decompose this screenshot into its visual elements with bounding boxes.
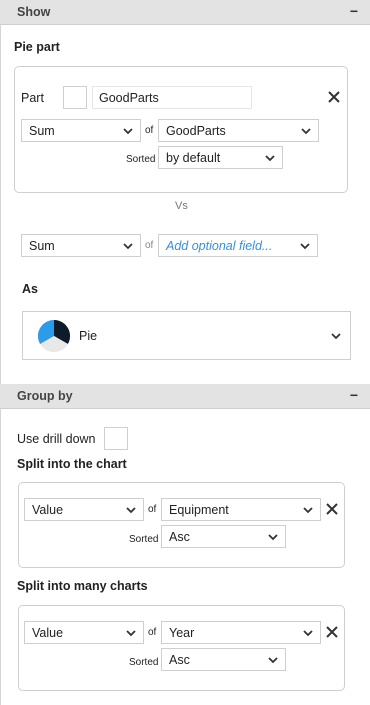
split-chart-sort-value: Asc bbox=[169, 530, 190, 544]
chevron-down-icon bbox=[300, 243, 310, 250]
split-many-aggregate-select[interactable]: Value bbox=[24, 621, 144, 644]
split-many-field-select[interactable]: Year bbox=[161, 621, 321, 644]
pie-chart-icon bbox=[37, 319, 71, 353]
chevron-down-icon bbox=[126, 507, 136, 514]
remove-split-chart-icon[interactable] bbox=[325, 502, 339, 516]
chart-type-value: Pie bbox=[79, 329, 98, 343]
part-color-box[interactable] bbox=[63, 86, 87, 109]
drill-down-checkbox[interactable] bbox=[104, 427, 128, 450]
vs-aggregate-select[interactable]: Sum bbox=[21, 234, 141, 257]
chevron-down-icon bbox=[123, 243, 133, 250]
show-section-title: Show bbox=[17, 5, 51, 19]
split-chart-sort-select[interactable]: Asc bbox=[161, 525, 286, 548]
split-chart-label: Split into the chart bbox=[17, 457, 127, 471]
sort-select[interactable]: by default bbox=[158, 146, 283, 169]
split-many-sort-select[interactable]: Asc bbox=[161, 648, 286, 671]
show-section-header[interactable]: Show − bbox=[0, 0, 370, 25]
group-by-section-header[interactable]: Group by − bbox=[0, 384, 370, 409]
chevron-down-icon bbox=[303, 507, 313, 514]
split-chart-field-select[interactable]: Equipment bbox=[161, 498, 321, 521]
vs-of-label: of bbox=[145, 240, 154, 251]
chevron-down-icon bbox=[123, 128, 133, 135]
split-many-label: Split into many charts bbox=[17, 579, 148, 593]
pie-part-label: Pie part bbox=[14, 40, 60, 54]
vs-label: Vs bbox=[175, 200, 188, 212]
collapse-group-by-button[interactable]: − bbox=[350, 387, 358, 403]
split-chart-sorted-label: Sorted bbox=[129, 534, 159, 545]
part-label: Part bbox=[21, 91, 44, 105]
drill-down-label: Use drill down bbox=[17, 432, 96, 446]
part-name-value: GoodParts bbox=[99, 91, 159, 105]
split-many-of-label: of bbox=[148, 627, 157, 638]
chevron-down-icon bbox=[303, 630, 313, 637]
part-name-input[interactable]: GoodParts bbox=[92, 86, 252, 109]
aggregate-value: Sum bbox=[29, 124, 55, 138]
chevron-down-icon bbox=[268, 534, 278, 541]
split-many-aggregate-value: Value bbox=[32, 626, 64, 640]
split-many-sorted-label: Sorted bbox=[129, 657, 159, 668]
split-chart-aggregate-value: Value bbox=[32, 503, 64, 517]
remove-part-icon[interactable] bbox=[327, 90, 341, 104]
of-label: of bbox=[145, 125, 154, 136]
collapse-show-button[interactable]: − bbox=[350, 3, 358, 19]
chevron-down-icon bbox=[331, 333, 341, 340]
vs-field-placeholder: Add optional field... bbox=[166, 239, 273, 253]
split-chart-field-value: Equipment bbox=[169, 503, 229, 517]
chevron-down-icon bbox=[268, 657, 278, 664]
field-value: GoodParts bbox=[166, 124, 226, 138]
split-many-sort-value: Asc bbox=[169, 653, 190, 667]
group-by-section-title: Group by bbox=[17, 389, 73, 403]
remove-split-many-icon[interactable] bbox=[325, 625, 339, 639]
sorted-label: Sorted bbox=[126, 154, 156, 165]
split-many-field-value: Year bbox=[169, 626, 195, 640]
as-label: As bbox=[22, 282, 38, 296]
vs-field-select[interactable]: Add optional field... bbox=[158, 234, 318, 257]
split-chart-aggregate-select[interactable]: Value bbox=[24, 498, 144, 521]
left-border bbox=[0, 0, 1, 705]
split-chart-of-label: of bbox=[148, 504, 157, 515]
sort-value: by default bbox=[166, 151, 221, 165]
chevron-down-icon bbox=[265, 155, 275, 162]
aggregate-select[interactable]: Sum bbox=[21, 119, 141, 142]
vs-aggregate-value: Sum bbox=[29, 239, 55, 253]
chevron-down-icon bbox=[301, 128, 311, 135]
chevron-down-icon bbox=[126, 630, 136, 637]
field-select[interactable]: GoodParts bbox=[158, 119, 319, 142]
chart-type-select[interactable]: Pie bbox=[22, 311, 351, 360]
